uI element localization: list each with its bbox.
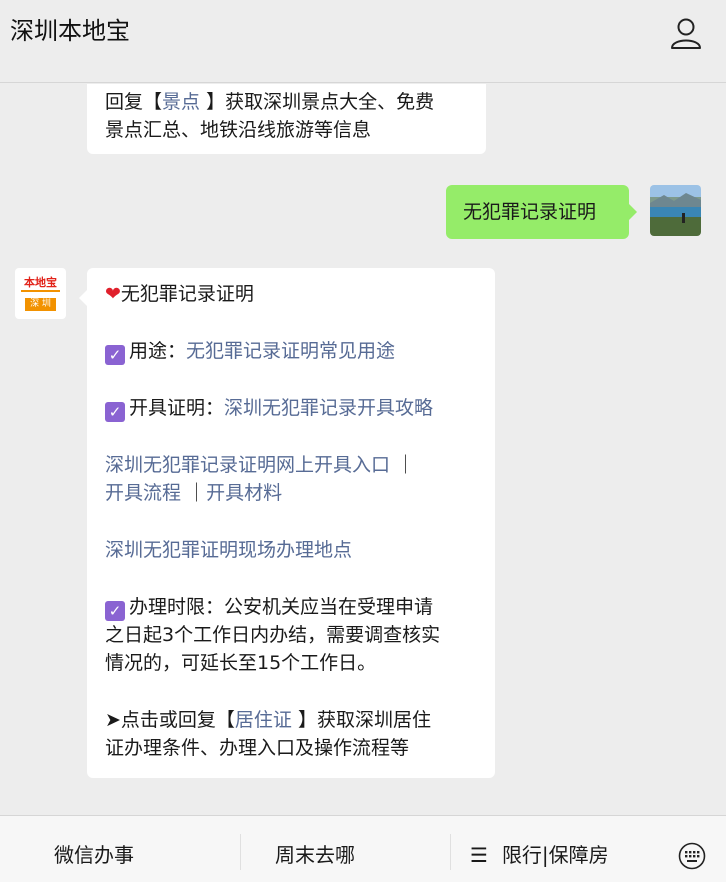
checkbox-icon: ✓ [105, 345, 125, 365]
profile-button[interactable] [664, 12, 708, 56]
materials-link[interactable]: 开具材料 [206, 482, 282, 504]
submenu-icon: ☰ [470, 843, 488, 867]
text: 】获取深圳景点大全、免费 [200, 91, 435, 113]
message-prev: 回复【景点 】获取深圳景点大全、免费 景点汇总、地铁沿线旅游等信息 [87, 84, 486, 154]
logo-divider [21, 290, 60, 292]
keyboard-icon [678, 842, 706, 870]
bot-message: ❤无犯罪记录证明 ✓ 用途：无犯罪记录证明常见用途 ✓ 开具证明：深圳无犯罪记录开具… [79, 268, 495, 778]
bot-title-line: ❤无犯罪记录证明 [105, 280, 477, 308]
divider [240, 834, 241, 870]
usage-line: ✓ 用途：无犯罪记录证明常见用途 [105, 337, 477, 365]
official-account-avatar[interactable]: 本地宝 深 圳 [15, 268, 66, 319]
menu-item-wechat-services[interactable]: 微信办事 [54, 842, 134, 868]
time-limit-line2: 之日起3个工作日内办结，需要调查核实 [105, 624, 441, 646]
issue-link[interactable]: 深圳无犯罪记录开具攻略 [224, 397, 433, 419]
online-entry-link[interactable]: 深圳无犯罪记录证明网上开具入口 [105, 454, 390, 476]
residence-line1: ➤点击或回复【居住证 】获取深圳居住 [105, 706, 477, 734]
checkbox-icon: ✓ [105, 601, 125, 621]
time-label: 办理时限： [129, 596, 225, 618]
time-limit-line3: 情况的，可延长至15个工作日。 [105, 652, 377, 674]
process-line: 开具流程 ｜开具材料 [105, 479, 477, 507]
usage-link[interactable]: 无犯罪记录证明常见用途 [186, 340, 395, 362]
separator: ｜ [390, 454, 416, 476]
process-link[interactable]: 开具流程 [105, 482, 181, 504]
bottom-menu: 微信办事 周末去哪 ☰ 限行|保障房 [0, 815, 726, 882]
text: 回复【 [105, 91, 163, 113]
chat-header: 深圳本地宝 [0, 0, 726, 83]
user-avatar[interactable] [650, 185, 701, 236]
text: ➤点击或回复【 [105, 709, 235, 731]
residence-line2: 证办理条件、办理入口及操作流程等 [105, 737, 410, 759]
logo-text: 本地宝 [24, 276, 57, 289]
onsite-line: 深圳无犯罪证明现场办理地点 [105, 536, 477, 564]
time-limit-line1: ✓ 办理时限：公安机关应当在受理申请 [105, 593, 477, 621]
menu-item-label: 限行|保障房 [501, 843, 609, 867]
usage-label: 用途： [129, 340, 187, 362]
bot-title: 无犯罪记录证明 [120, 283, 254, 305]
issue-line: ✓ 开具证明：深圳无犯罪记录开具攻略 [105, 394, 477, 422]
keyword-link-residence[interactable]: 居住证 [235, 709, 292, 731]
text: 】获取深圳居住 [291, 709, 431, 731]
separator: ｜ [181, 482, 207, 504]
chat-title: 深圳本地宝 [10, 17, 130, 45]
chat-area[interactable]: 回复【景点 】获取深圳景点大全、免费 景点汇总、地铁沿线旅游等信息 无犯罪记录证… [0, 84, 726, 814]
checkbox-icon: ✓ [105, 402, 125, 422]
menu-item-traffic-housing[interactable]: ☰ 限行|保障房 [470, 842, 609, 868]
message-prev-line1: 回复【景点 】获取深圳景点大全、免费 [105, 88, 468, 116]
divider [450, 834, 451, 870]
online-line: 深圳无犯罪记录证明网上开具入口 ｜ [105, 451, 477, 479]
menu-item-weekend[interactable]: 周末去哪 [275, 842, 355, 868]
time-text: 公安机关应当在受理申请 [224, 596, 434, 618]
logo-city-badge: 深 圳 [25, 298, 56, 311]
onsite-location-link[interactable]: 深圳无犯罪证明现场办理地点 [105, 539, 352, 561]
message-prev-line2: 景点汇总、地铁沿线旅游等信息 [105, 119, 372, 141]
keyboard-toggle-button[interactable] [678, 842, 706, 870]
landscape-photo [650, 185, 701, 236]
keyword-link-scenic[interactable]: 景点 [162, 91, 200, 113]
user-message-bubble[interactable]: 无犯罪记录证明 [446, 185, 637, 239]
person-icon [671, 18, 701, 49]
issue-label: 开具证明： [129, 397, 225, 419]
heart-icon: ❤ [105, 283, 121, 305]
